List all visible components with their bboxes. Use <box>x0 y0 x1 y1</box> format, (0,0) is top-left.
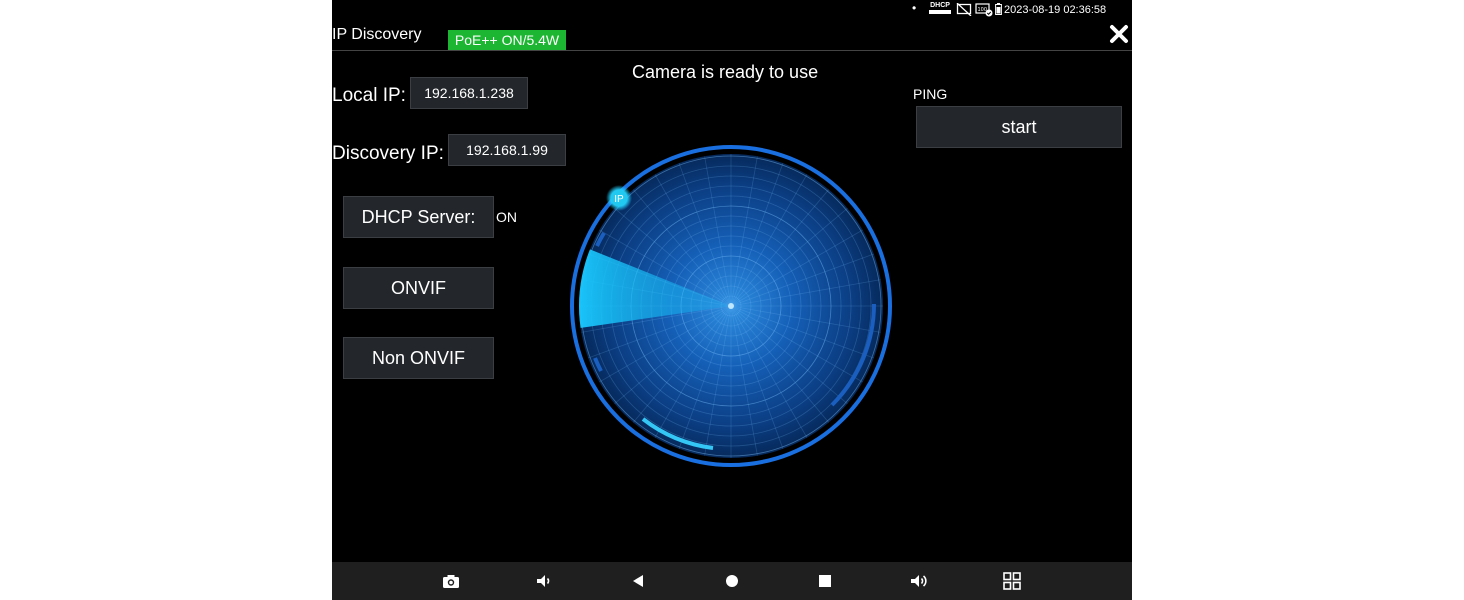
camera-icon[interactable] <box>441 571 461 591</box>
notification-dot: • <box>912 1 917 15</box>
network-check-icon: 100 <box>975 3 993 17</box>
no-display-icon <box>956 3 972 16</box>
discovery-ip-label: Discovery IP: <box>332 143 444 164</box>
discovery-ip-field[interactable]: 192.168.1.99 <box>448 134 566 166</box>
dhcp-server-button[interactable]: DHCP Server: <box>343 196 494 238</box>
local-ip-field[interactable]: 192.168.1.238 <box>410 77 528 109</box>
radar-scanner: IP <box>570 145 892 467</box>
poe-status-badge: PoE++ ON/5.4W <box>448 30 566 51</box>
device-screen: • DHCP 100 2023-08-19 02:36:58 IP Discov… <box>332 0 1132 600</box>
apps-grid-icon[interactable] <box>1002 571 1022 591</box>
volume-up-icon[interactable] <box>909 571 929 591</box>
status-bar: • DHCP 100 2023-08-19 02:36:58 <box>332 0 1132 20</box>
back-icon[interactable] <box>628 571 648 591</box>
svg-text:100: 100 <box>978 7 988 13</box>
battery-icon <box>995 3 1002 15</box>
status-datetime: 2023-08-19 02:36:58 <box>1004 4 1107 16</box>
camera-status-message: Camera is ready to use <box>632 62 819 82</box>
volume-down-icon[interactable] <box>534 571 554 591</box>
onvif-button[interactable]: ONVIF <box>343 267 494 309</box>
header-divider <box>332 50 1132 51</box>
local-ip-label: Local IP: <box>332 85 406 106</box>
radar-center <box>728 303 734 309</box>
ip-marker-label: IP <box>614 194 624 205</box>
dhcp-icon-label: DHCP <box>930 2 950 9</box>
ip-marker-icon[interactable]: IP <box>606 185 632 211</box>
dhcp-state: ON <box>496 209 517 225</box>
home-icon[interactable] <box>722 571 742 591</box>
recents-icon[interactable] <box>815 571 835 591</box>
ping-label: PING <box>913 86 948 102</box>
non-onvif-button[interactable]: Non ONVIF <box>343 337 494 379</box>
system-nav-bar <box>332 562 1132 600</box>
ping-start-button[interactable]: start <box>916 106 1122 148</box>
dhcp-icon: DHCP <box>929 2 951 14</box>
page-title: IP Discovery <box>332 26 422 43</box>
close-icon[interactable] <box>1108 23 1130 45</box>
